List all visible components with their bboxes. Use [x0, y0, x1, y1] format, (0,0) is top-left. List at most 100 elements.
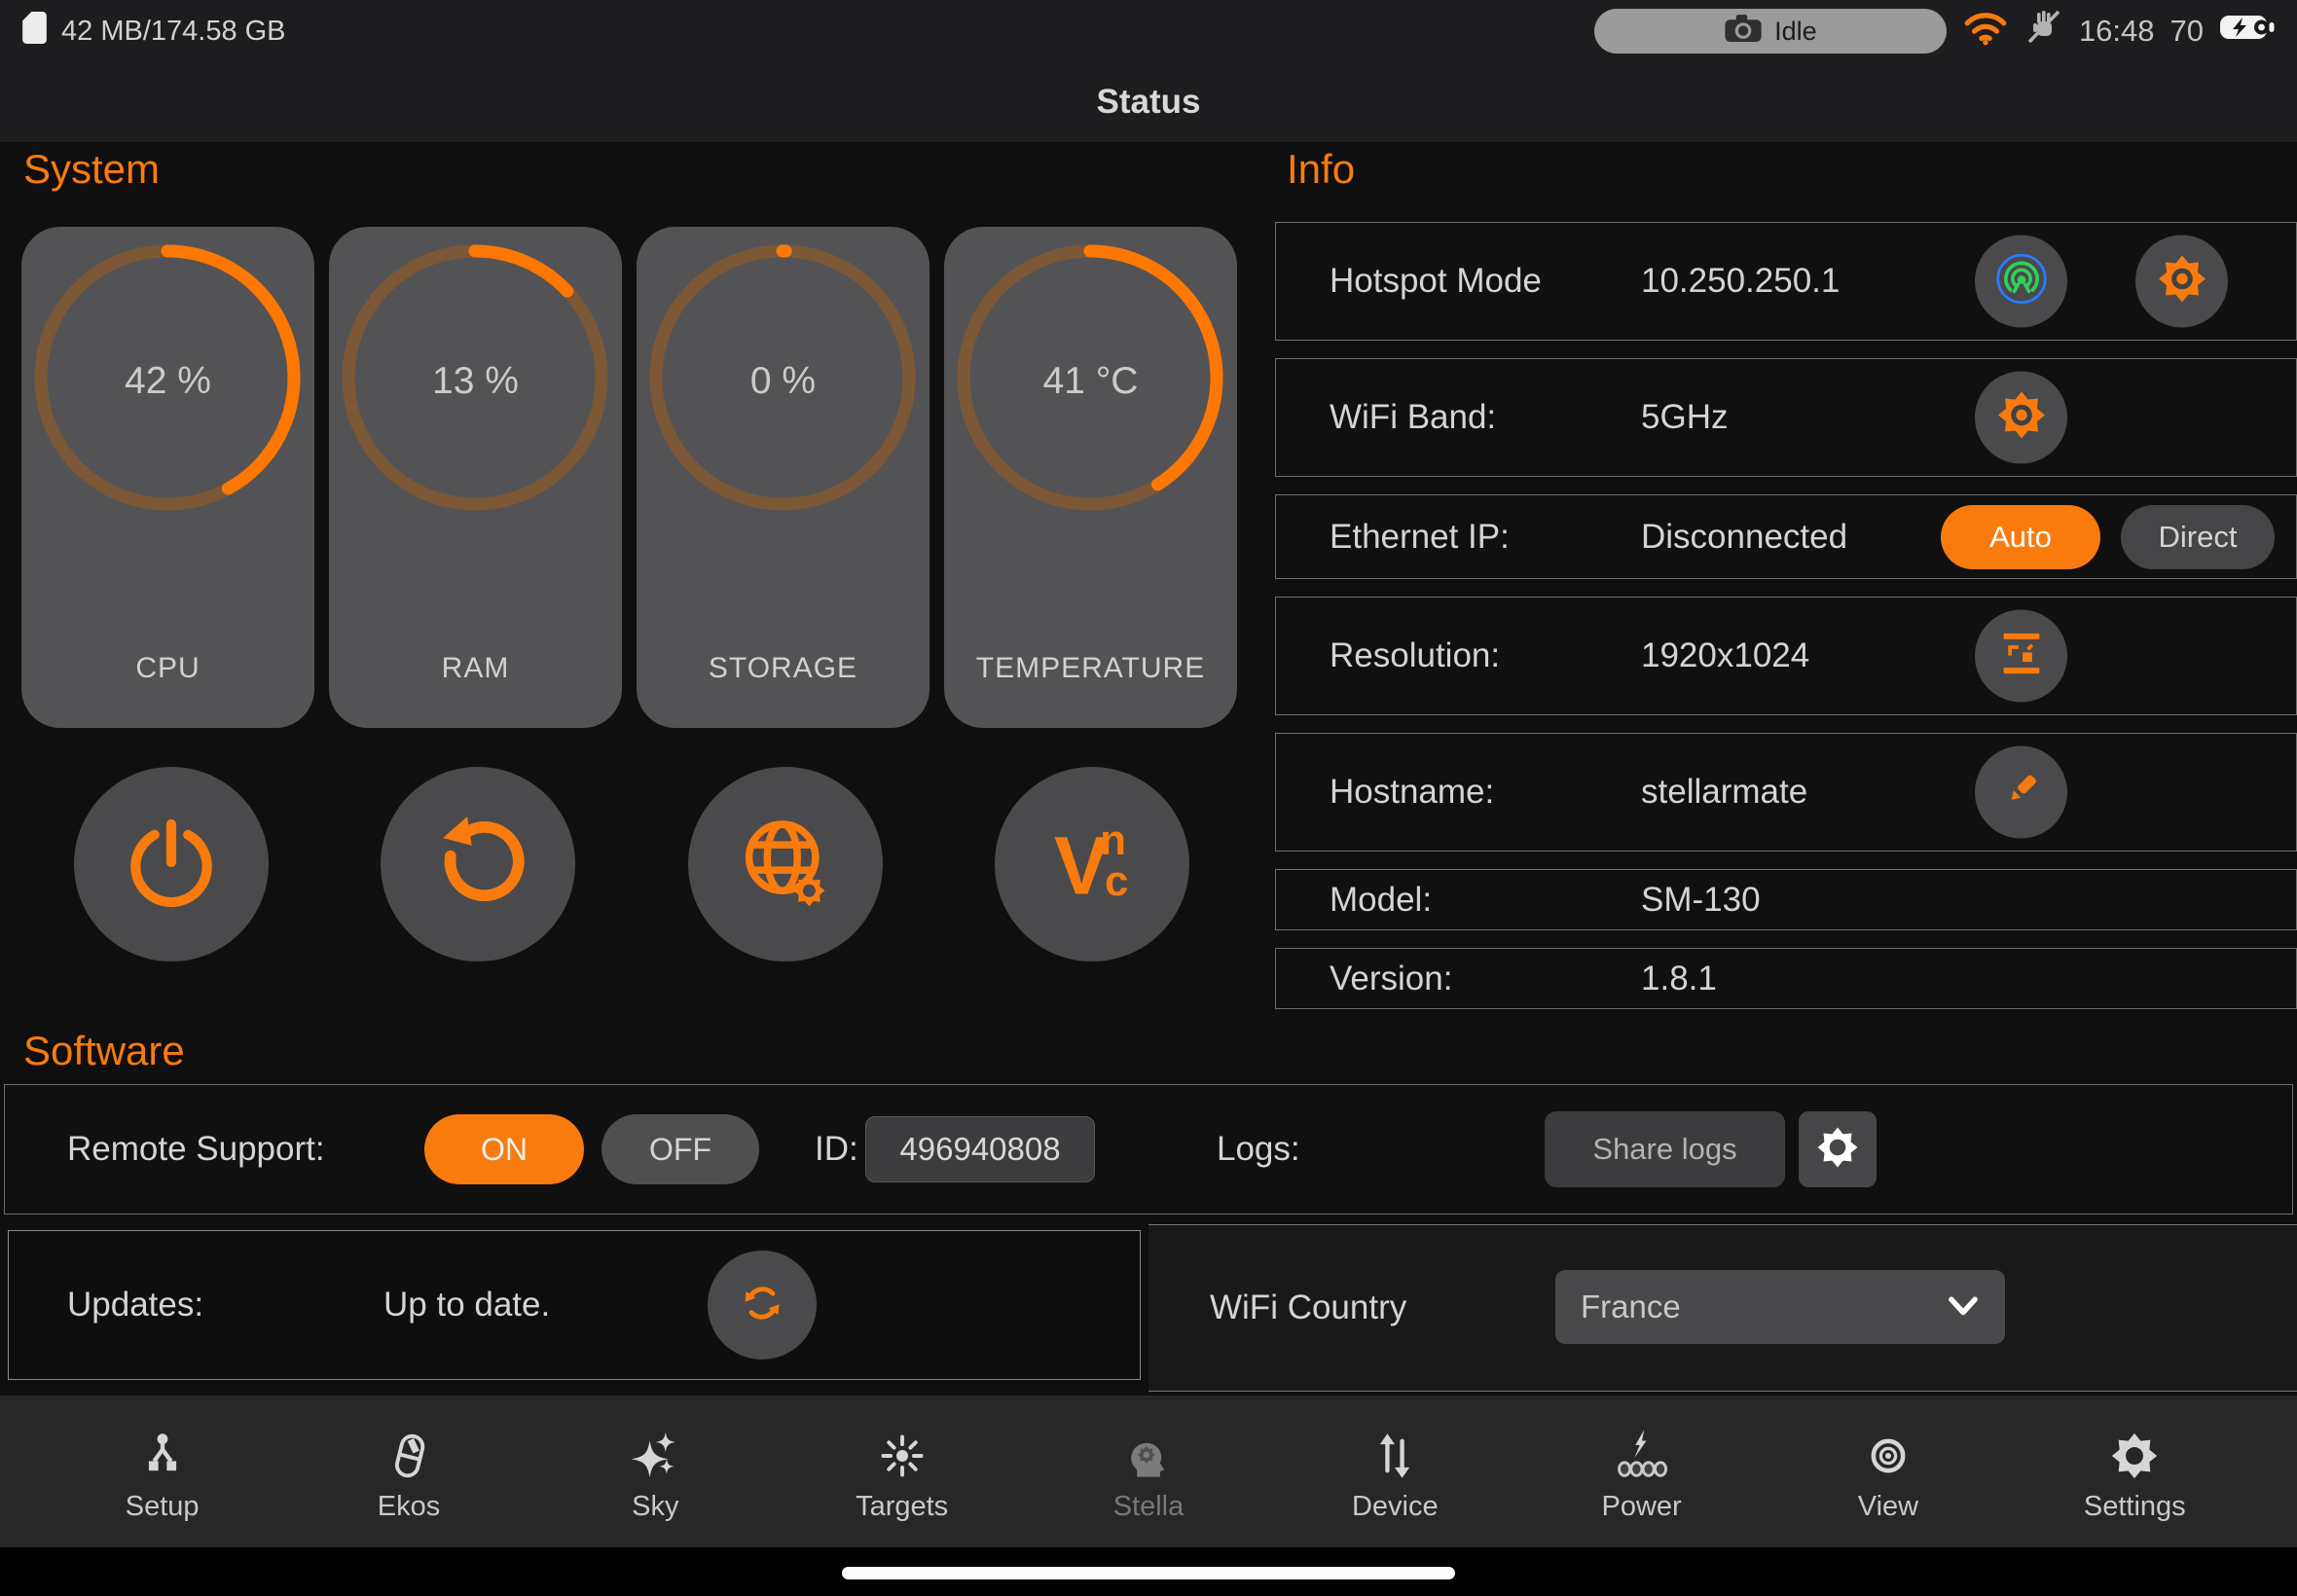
sky-icon: [630, 1421, 680, 1481]
bottom-nav: Setup Ekos Sky Targets Stella Device Pow…: [0, 1396, 2297, 1547]
camera-status-text: Idle: [1774, 16, 1817, 46]
web-manager-button[interactable]: [687, 767, 883, 961]
system-gauges: 42 % CPU 13 % RAM 0 % STORAGE 41 °C TEMP…: [21, 227, 1237, 728]
check-updates-button[interactable]: [708, 1251, 817, 1360]
wifi-country-select[interactable]: France: [1555, 1270, 2005, 1344]
storage-usage-text: 42 MB/174.58 GB: [61, 15, 286, 47]
storage-gauge: 0 % STORAGE: [637, 227, 930, 728]
nav-item-device[interactable]: Device: [1297, 1421, 1492, 1523]
nav-item-setup[interactable]: Setup: [65, 1421, 260, 1523]
wifi-band-settings-button[interactable]: [1975, 371, 2067, 464]
resolution-label: Resolution:: [1330, 636, 1501, 674]
nav-label: View: [1857, 1490, 1919, 1522]
chevron-down-icon: [1947, 1288, 1980, 1325]
updates-status-text: Up to date.: [383, 1286, 551, 1324]
ekos-icon: [383, 1421, 434, 1481]
vnc-icon: V n c: [1041, 812, 1143, 918]
wifi-country-label: WiFi Country: [1210, 1288, 1407, 1326]
logs-settings-button[interactable]: [1799, 1111, 1877, 1187]
stella-icon: [1123, 1421, 1174, 1481]
nav-item-stella[interactable]: Stella: [1051, 1421, 1246, 1523]
svg-text:c: c: [1105, 857, 1128, 905]
resolution-value: 1920x1024: [1641, 636, 1810, 674]
nav-item-targets[interactable]: Targets: [805, 1421, 1000, 1523]
system-action-buttons: V n c: [74, 767, 1189, 961]
logs-label: Logs:: [1217, 1130, 1300, 1168]
page-title: Status: [1096, 83, 1201, 121]
share-logs-button[interactable]: Share logs: [1545, 1111, 1785, 1187]
hotspot-settings-button[interactable]: [2135, 235, 2228, 328]
software-heading: Software: [23, 1028, 185, 1073]
status-page: 42 MB/174.58 GB Idle 16:48 70 Status Sys…: [0, 0, 2297, 1596]
temperature-value: 41 °C: [1042, 360, 1139, 402]
home-indicator[interactable]: [842, 1567, 1455, 1579]
cpu-gauge: 42 % CPU: [21, 227, 314, 728]
nav-label: Sky: [632, 1490, 679, 1522]
ethernet-value: Disconnected: [1641, 517, 1848, 556]
ethernet-label: Ethernet IP:: [1330, 517, 1510, 556]
remote-id-label: ID:: [815, 1130, 858, 1168]
nav-item-ekos[interactable]: Ekos: [311, 1421, 506, 1523]
nav-label: Targets: [856, 1490, 949, 1522]
nav-label: Device: [1351, 1490, 1439, 1522]
gear-icon: [1815, 1125, 1860, 1175]
version-row: Version: 1.8.1: [1275, 948, 2297, 1009]
restart-button[interactable]: [381, 767, 576, 961]
hostname-edit-button[interactable]: [1975, 745, 2067, 839]
restart-icon: [429, 814, 527, 916]
camera-icon: [1724, 13, 1763, 50]
status-bar: 42 MB/174.58 GB Idle 16:48 70: [0, 0, 2297, 62]
wifi-icon: [1962, 9, 2009, 54]
hostname-value: stellarmate: [1641, 773, 1808, 811]
shutdown-button[interactable]: [74, 767, 269, 961]
home-bar: [0, 1547, 2297, 1596]
nav-label: Stella: [1112, 1490, 1185, 1522]
hotspot-row: Hotspot Mode 10.250.250.1: [1275, 222, 2297, 341]
version-label: Version:: [1330, 959, 1453, 998]
wifi-country-value: France: [1581, 1288, 1681, 1324]
nav-label: Ekos: [377, 1490, 441, 1522]
ethernet-auto-button[interactable]: Auto: [1941, 504, 2100, 569]
storage-value: 0 %: [749, 360, 817, 402]
resolution-row: Resolution: 1920x1024: [1275, 597, 2297, 715]
nav-label: Setup: [125, 1490, 200, 1522]
ram-gauge: 13 % RAM: [329, 227, 622, 728]
nav-item-settings[interactable]: Settings: [2037, 1421, 2232, 1523]
system-heading: System: [23, 146, 161, 192]
ram-label: RAM: [441, 652, 510, 684]
hotspot-toggle-button[interactable]: [1975, 235, 2067, 328]
view-eye-icon: [1863, 1421, 1914, 1481]
power-outlets-icon: [1615, 1421, 1669, 1481]
nav-item-power[interactable]: Power: [1545, 1421, 1739, 1523]
gear-icon: [2156, 253, 2208, 310]
remote-support-row: Remote Support: ON OFF ID: Logs: Share l…: [4, 1084, 2293, 1215]
web-globe-icon: [735, 812, 836, 918]
info-rows: Hotspot Mode 10.250.250.1 WiFi Band: 5GH…: [1275, 222, 2297, 1027]
remote-id-input[interactable]: [865, 1116, 1095, 1182]
nav-item-view[interactable]: View: [1791, 1421, 1986, 1523]
remote-support-on-button[interactable]: ON: [424, 1114, 584, 1184]
model-label: Model:: [1330, 880, 1433, 919]
mute-icon: [2024, 8, 2063, 54]
storage-label: STORAGE: [708, 652, 858, 684]
remote-support-off-button[interactable]: OFF: [602, 1114, 759, 1184]
updates-row: Updates: Up to date.: [8, 1230, 1141, 1380]
hotspot-label: Hotspot Mode: [1330, 262, 1542, 300]
updates-label: Updates:: [67, 1286, 204, 1324]
power-icon: [123, 814, 220, 916]
camera-status-pill[interactable]: Idle: [1593, 9, 1947, 54]
targets-icon: [877, 1421, 928, 1481]
hotspot-icon: [1994, 252, 2049, 311]
sd-card-icon: [21, 11, 48, 53]
temperature-label: TEMPERATURE: [975, 652, 1206, 684]
resolution-settings-button[interactable]: [1975, 609, 2067, 703]
nav-label: Settings: [2083, 1490, 2186, 1522]
temperature-gauge: 41 °C TEMPERATURE: [944, 227, 1237, 728]
hostname-label: Hostname:: [1330, 773, 1495, 811]
hostname-row: Hostname: stellarmate: [1275, 733, 2297, 852]
resolution-icon: [1996, 629, 2047, 684]
vnc-button[interactable]: V n c: [994, 767, 1189, 961]
device-icon: [1369, 1421, 1420, 1481]
ethernet-direct-button[interactable]: Direct: [2121, 504, 2275, 569]
nav-item-sky[interactable]: Sky: [558, 1421, 752, 1523]
